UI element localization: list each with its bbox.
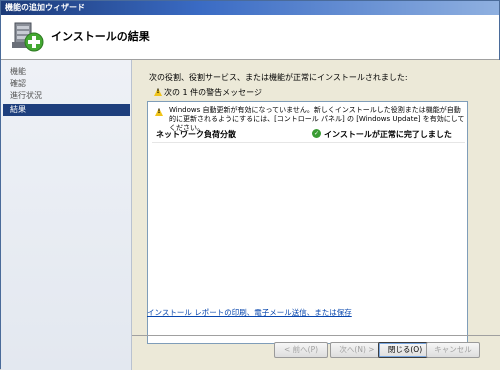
next-button[interactable]: 次へ(N) >: [330, 342, 384, 358]
nav-item-confirm[interactable]: 確認: [3, 78, 130, 90]
server-add-icon: [12, 22, 44, 52]
warning-icon: [155, 108, 163, 116]
result-feature-name: ネットワーク負荷分散: [156, 130, 236, 139]
result-status: ✓ インストールが正常に完了しました: [312, 129, 452, 140]
result-status-text: インストールが正常に完了しました: [324, 130, 452, 139]
nav-item-progress[interactable]: 進行状況: [3, 90, 130, 102]
check-icon: ✓: [312, 129, 321, 138]
row-divider: [152, 142, 465, 143]
result-row: ネットワーク負荷分散 ✓ インストールが正常に完了しました: [156, 129, 464, 141]
wizard-window: 機能の追加ウィザード インストールの結果 機能 確認 進行状況 結果 次の役割、…: [0, 0, 500, 370]
button-bar-divider: [132, 335, 500, 336]
warning-count-text: 次の 1 件の警告メッセージ: [164, 88, 263, 97]
back-button[interactable]: < 前へ(P): [274, 342, 328, 358]
title-bar[interactable]: 機能の追加ウィザード: [1, 1, 499, 15]
warning-icon: [154, 88, 162, 96]
cancel-button[interactable]: キャンセル: [426, 342, 480, 358]
page-title: インストールの結果: [51, 30, 150, 43]
update-notice: Windows 自動更新が有効になっていません。新しくインストールした役割または…: [153, 106, 465, 132]
intro-text: 次の役割、役割サービス、または機能が正常にインストールされました:: [149, 73, 408, 82]
wizard-header: インストールの結果: [1, 15, 499, 60]
nav-item-features[interactable]: 機能: [3, 66, 130, 78]
close-button[interactable]: 閉じる(O): [378, 342, 432, 358]
report-link[interactable]: インストール レポートの印刷、電子メール送信、または保存: [147, 307, 352, 318]
wizard-steps-nav: 機能 確認 進行状況 結果: [1, 60, 132, 370]
window-title: 機能の追加ウィザード: [5, 3, 85, 12]
nav-item-results[interactable]: 結果: [3, 104, 130, 116]
main-content: 次の役割、役割サービス、または機能が正常にインストールされました: 次の 1 件…: [132, 60, 500, 370]
